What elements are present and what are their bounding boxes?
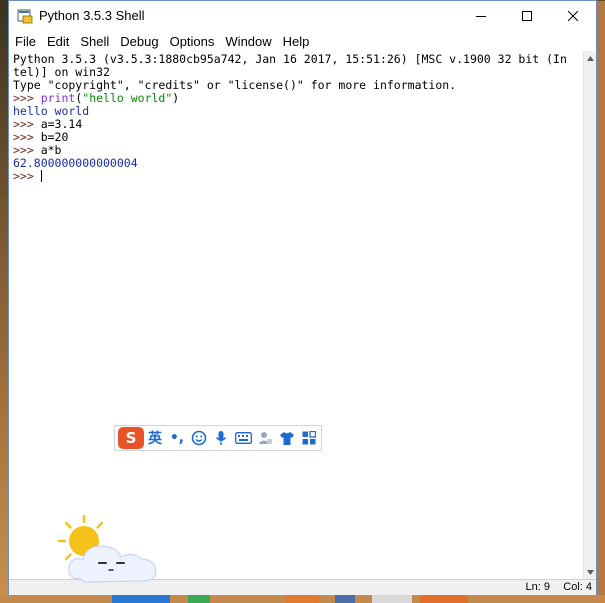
string-literal: "hello world" [82,91,173,105]
keyboard-icon [234,432,252,444]
account-button[interactable] [254,427,276,449]
menu-shell[interactable]: Shell [74,34,114,49]
menu-file[interactable]: File [9,34,41,49]
prompt: >>> [13,169,41,183]
ime-punctuation-toggle[interactable]: •, [166,427,188,449]
current-prompt-line: >>> [13,170,584,183]
menu-shell-label: Shell [80,33,110,49]
prompt: >>> [13,130,41,144]
paren-close: ) [172,91,180,105]
window-title: Python 3.5.3 Shell [39,8,145,23]
grid-icon [302,431,316,445]
prompt: >>> [13,117,41,131]
smiley-icon [191,430,207,446]
command-line-print: >>> print("hello world") [13,92,584,105]
scroll-up-button[interactable] [584,51,596,65]
tshirt-icon [280,431,294,445]
taskbar-app-icon[interactable] [188,595,210,603]
taskbar-app-icon[interactable] [420,595,468,603]
scroll-up-icon [586,55,594,61]
microphone-icon [215,431,227,445]
skin-button[interactable] [276,427,298,449]
text-cursor [40,170,42,182]
soft-keyboard-button[interactable] [232,427,254,449]
command-text: a*b [40,143,62,157]
maximize-button[interactable] [504,1,550,31]
command-line-a: >>> a=3.14 [13,118,584,131]
close-icon [568,11,578,21]
shell-text-area[interactable]: Python 3.5.3 (v3.5.3:1880cb95a742, Jan 1… [9,51,584,579]
toolbox-button[interactable] [298,427,320,449]
user-icon [258,432,272,444]
ime-toolbar[interactable]: S 英 •, [114,425,322,451]
vertical-scrollbar[interactable] [583,51,596,579]
menu-options[interactable]: Options [164,34,220,49]
menu-help-label: Help [282,33,310,49]
menu-debug[interactable]: Debug [114,34,163,49]
menu-edit[interactable]: Edit [41,34,74,49]
column-number: Col: 4 [563,581,592,593]
title-bar[interactable]: Python 3.5.3 Shell [9,1,596,31]
menu-edit-label: Edit [46,33,70,49]
weather-widget-icon[interactable] [55,515,167,587]
taskbar-app-icon[interactable] [285,595,319,603]
prompt: >>> [13,91,41,105]
prompt: >>> [13,143,41,157]
command-line-b: >>> b=20 [13,131,584,144]
output-line-1: hello world [13,104,90,118]
scroll-down-button[interactable] [584,565,596,579]
output-line-2: 62.800000000000004 [13,156,138,170]
menu-window[interactable]: Window [219,34,276,49]
minimize-icon [476,16,486,17]
taskbar-app-icon[interactable] [372,595,412,603]
menu-window-label: Window [225,33,272,49]
menu-file-label: File [15,33,36,49]
ime-mode-toggle[interactable]: 英 [144,427,166,449]
taskbar [0,595,605,603]
emoji-button[interactable] [188,427,210,449]
taskbar-button-active[interactable] [112,595,170,603]
voice-input-button[interactable] [210,427,232,449]
python-idle-icon [17,9,33,24]
desktop-background [0,0,8,603]
minimize-button[interactable] [458,1,504,31]
command-text: a=3.14 [40,117,83,131]
builtin-name: print [40,91,76,105]
scroll-down-icon [586,569,594,575]
menu-bar: File Edit Shell Debug Options Window Hel… [9,31,596,51]
menu-help[interactable]: Help [277,34,315,49]
close-button[interactable] [550,1,596,31]
command-text: b=20 [40,130,69,144]
idle-shell-window: Python 3.5.3 Shell File Edit Shell Debug… [8,0,597,595]
menu-debug-label: Debug [120,33,159,49]
maximize-icon [522,11,532,21]
sogou-logo[interactable]: S [118,427,144,449]
taskbar-app-icon[interactable] [335,595,355,603]
menu-options-label: Options [169,33,215,49]
line-number: Ln: 9 [525,581,550,593]
